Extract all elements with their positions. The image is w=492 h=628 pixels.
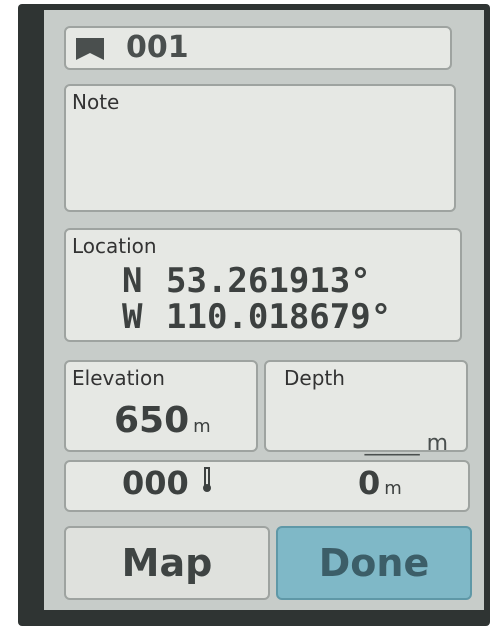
map-button[interactable]: Map	[64, 526, 270, 600]
waypoint-name-field[interactable]: 001	[64, 26, 452, 70]
longitude-value: 110.018679°	[166, 297, 392, 337]
temperature-icon	[202, 467, 211, 492]
longitude: W 110.018679°	[122, 300, 391, 334]
counter-field[interactable]: 000 0m	[64, 460, 470, 512]
elevation-unit: m	[193, 416, 211, 437]
note-field[interactable]: Note	[64, 84, 456, 212]
elevation-field[interactable]: Elevation 650 m	[64, 360, 258, 452]
depth-value: _____	[364, 431, 420, 456]
depth-field[interactable]: Depth _____ m	[264, 360, 468, 456]
counter-left: 000	[122, 464, 214, 502]
longitude-direction: W	[122, 297, 143, 337]
elevation-value: 650	[114, 400, 190, 441]
latitude: N 53.261913°	[122, 264, 371, 298]
latitude-direction: N	[122, 261, 143, 301]
elevation-value-wrap: 650 m	[114, 400, 211, 441]
depth-unit: m	[426, 431, 448, 456]
flag-icon	[76, 38, 104, 60]
location-field[interactable]: Location N 53.261913° W 110.018679°	[64, 228, 462, 342]
note-label: Note	[72, 90, 120, 114]
done-button[interactable]: Done	[276, 526, 472, 600]
counter-right-unit: m	[384, 478, 402, 499]
location-label: Location	[72, 234, 157, 258]
counter-right-value: 0	[358, 464, 381, 502]
counter-left-value: 000	[122, 464, 189, 502]
counter-right: 0m	[358, 464, 402, 502]
elevation-label: Elevation	[72, 366, 165, 390]
depth-label: Depth	[284, 366, 345, 390]
latitude-value: 53.261913°	[166, 261, 371, 301]
waypoint-name: 001	[126, 30, 189, 65]
